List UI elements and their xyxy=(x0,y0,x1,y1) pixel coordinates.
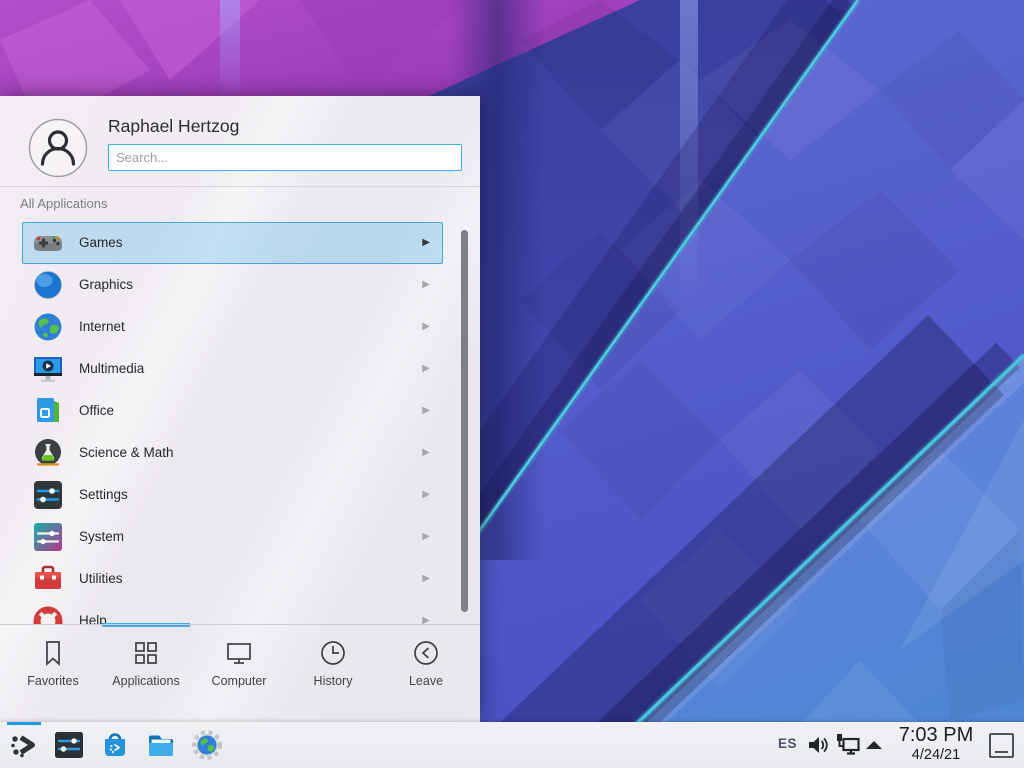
globe-icon xyxy=(32,311,64,343)
submenu-arrow-icon: ▶ xyxy=(422,307,430,347)
keyboard-layout-tray-icon[interactable]: ES xyxy=(778,736,797,751)
category-row-utilities[interactable]: Utilities ▶ xyxy=(22,558,443,600)
user-avatar[interactable] xyxy=(28,118,88,178)
tab-computer[interactable]: Computer xyxy=(196,638,282,688)
tab-label: Applications xyxy=(103,674,189,688)
category-label: Utilities xyxy=(79,559,123,599)
category-row-graphics[interactable]: Graphics ▶ xyxy=(22,264,443,306)
discover-bag-icon[interactable] xyxy=(99,729,131,761)
expand-tray-arrow-icon[interactable] xyxy=(864,739,884,751)
history-clock-icon xyxy=(318,638,348,668)
system-settings-icon[interactable] xyxy=(53,729,85,761)
user-avatar-icon xyxy=(28,118,88,178)
volume-tray-icon[interactable] xyxy=(806,733,830,757)
section-label: All Applications xyxy=(20,196,107,211)
clock-time: 7:03 PM xyxy=(888,724,984,747)
submenu-arrow-icon: ▶ xyxy=(422,349,430,389)
computer-icon xyxy=(224,638,254,668)
submenu-arrow-icon: ▶ xyxy=(422,475,430,515)
category-label: Multimedia xyxy=(79,349,144,389)
category-row-office[interactable]: Office ▶ xyxy=(22,390,443,432)
category-label: Graphics xyxy=(79,265,133,305)
tab-label: Favorites xyxy=(10,674,96,688)
submenu-arrow-icon: ▶ xyxy=(422,265,430,305)
user-name: Raphael Hertzog xyxy=(108,116,239,137)
category-label: Settings xyxy=(79,475,128,515)
bookmark-icon xyxy=(38,638,68,668)
category-row-science-math[interactable]: Science & Math ▶ xyxy=(22,432,443,474)
category-row-settings[interactable]: Settings ▶ xyxy=(22,474,443,516)
web-browser-globe-gear-icon[interactable] xyxy=(191,729,223,761)
leave-icon xyxy=(411,638,441,668)
application-launcher-menu: Raphael Hertzog All Applications Games xyxy=(0,96,480,722)
category-label: System xyxy=(79,517,124,557)
category-label: Games xyxy=(79,223,123,263)
blue-sphere-icon xyxy=(32,269,64,301)
lifebuoy-icon xyxy=(32,605,64,624)
network-tray-icon[interactable] xyxy=(834,732,862,758)
category-label: Science & Math xyxy=(79,433,174,473)
search-input[interactable] xyxy=(108,144,462,171)
sliders-dark-icon xyxy=(32,479,64,511)
scrollbar[interactable] xyxy=(461,230,468,612)
launcher-active-indicator xyxy=(7,722,41,725)
tab-favorites[interactable]: Favorites xyxy=(10,638,96,688)
gamepad-icon xyxy=(32,227,64,259)
document-icon xyxy=(32,395,64,427)
kickoff-launcher-icon[interactable] xyxy=(8,729,40,761)
header-separator xyxy=(0,186,480,187)
category-row-system[interactable]: System ▶ xyxy=(22,516,443,558)
tab-label: History xyxy=(290,674,376,688)
category-row-help[interactable]: Help ▶ xyxy=(22,600,443,624)
launcher-tab-bar: Favorites Applications xyxy=(0,624,480,722)
category-row-multimedia[interactable]: Multimedia ▶ xyxy=(22,348,443,390)
desktop-screen: { "launcher": { "user_name": "Raphael He… xyxy=(0,0,1024,768)
tab-label: Leave xyxy=(383,674,469,688)
category-row-internet[interactable]: Internet ▶ xyxy=(22,306,443,348)
submenu-arrow-icon: ▶ xyxy=(422,601,430,624)
tab-applications[interactable]: Applications xyxy=(103,638,189,688)
category-label: Internet xyxy=(79,307,125,347)
submenu-arrow-icon: ▶ xyxy=(422,559,430,599)
digital-clock[interactable]: 7:03 PM 4/24/21 xyxy=(888,724,984,763)
toolbox-icon xyxy=(32,563,64,595)
tab-history[interactable]: History xyxy=(290,638,376,688)
submenu-arrow-icon: ▶ xyxy=(422,223,430,263)
submenu-arrow-icon: ▶ xyxy=(422,433,430,473)
tab-leave[interactable]: Leave xyxy=(383,638,469,688)
clock-date: 4/24/21 xyxy=(888,747,984,763)
file-manager-folder-icon[interactable] xyxy=(145,729,177,761)
flask-icon xyxy=(32,437,64,469)
tab-label: Computer xyxy=(196,674,282,688)
submenu-arrow-icon: ▶ xyxy=(422,391,430,431)
submenu-arrow-icon: ▶ xyxy=(422,517,430,557)
grid-icon xyxy=(131,638,161,668)
category-list: Games ▶ Graphics ▶ xyxy=(0,222,480,624)
show-desktop-button[interactable] xyxy=(988,732,1015,759)
taskbar-panel: ES 7:03 PM 4/24/21 xyxy=(0,722,1024,768)
category-label: Help xyxy=(79,601,107,624)
system-sliders-icon xyxy=(32,521,64,553)
category-row-games[interactable]: Games ▶ xyxy=(22,222,443,264)
category-label: Office xyxy=(79,391,114,431)
monitor-play-icon xyxy=(32,353,64,385)
